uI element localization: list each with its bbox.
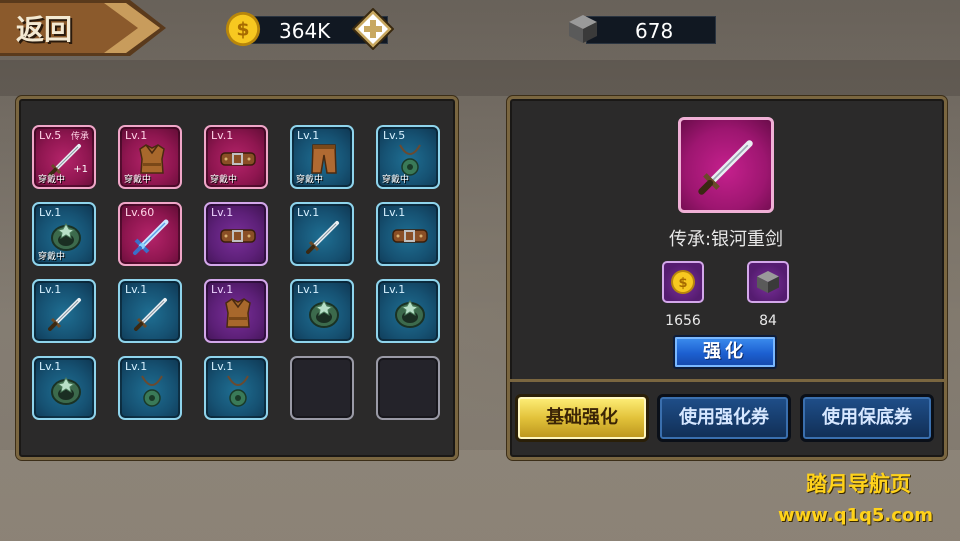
item-level: Lv.5 [383, 129, 406, 142]
equipped-tag: 穿戴中 [382, 175, 410, 185]
inventory-slot[interactable]: Lv.1 [118, 279, 182, 343]
inventory-slot[interactable]: Lv.1 [290, 202, 354, 266]
item-level: Lv.1 [39, 360, 62, 373]
inventory-slot[interactable]: Lv.1 [204, 279, 268, 343]
panel-divider [510, 379, 944, 382]
item-level: Lv.1 [383, 206, 406, 219]
watermark-title: 踏月导航页 [806, 472, 911, 496]
inventory-slot[interactable]: Lv.1 穿戴中 [32, 202, 96, 266]
background-wall [0, 60, 960, 96]
ring-icon [309, 300, 339, 328]
cube-cost-value: 84 [759, 313, 777, 329]
item-level: Lv.60 [125, 206, 155, 219]
add-gold-plus-icon[interactable] [352, 8, 394, 50]
basic-enhance-button[interactable]: 基础强化 [515, 394, 649, 442]
item-level: Lv.1 [211, 129, 234, 142]
equipped-tag: 穿戴中 [124, 175, 152, 185]
sword-icon [306, 221, 339, 254]
inventory-slot[interactable]: Lv.1 穿戴中 [290, 125, 354, 189]
gold-coin-icon: $ [671, 270, 695, 294]
armor-icon [225, 298, 251, 328]
inventory-slot[interactable]: Lv.60 [118, 202, 182, 266]
back-button[interactable]: 返回 [0, 0, 170, 56]
inventory-slot[interactable]: Lv.1 [118, 356, 182, 420]
top-bar: 返回 364K $ 678 [0, 0, 960, 56]
svg-text:$: $ [236, 19, 249, 41]
inherit-tag: 传承 [70, 132, 89, 142]
cube-bar: 678 [586, 16, 716, 44]
item-level: Lv.1 [297, 283, 320, 296]
inventory-slot[interactable]: Lv.1 [204, 356, 268, 420]
item-level: Lv.1 [211, 283, 234, 296]
enhance-stone-cube-icon [757, 271, 779, 293]
necklace-icon [141, 375, 163, 407]
item-level: Lv.1 [125, 283, 148, 296]
inventory-slot[interactable]: Lv.1 穿戴中 [118, 125, 182, 189]
watermark-url: www.q1q5.com [778, 505, 934, 526]
necklace-icon [227, 375, 249, 407]
cube-value: 678 [635, 19, 674, 43]
sword-icon [698, 140, 753, 195]
inventory-slot[interactable]: Lv.1 穿戴中 [204, 125, 268, 189]
inventory-slot[interactable]: Lv.1 [32, 279, 96, 343]
item-level: Lv.1 [297, 206, 320, 219]
selected-item-name: 传承:银河重剑 [668, 229, 784, 250]
sword-icon [48, 298, 81, 331]
gold-coin-icon: $ [225, 11, 261, 47]
empty-inventory-slot[interactable] [376, 356, 440, 420]
inventory-slot[interactable]: Lv.1 [204, 202, 268, 266]
equipped-tag: 穿戴中 [210, 175, 238, 185]
inventory-slot[interactable]: Lv.5 穿戴中 [376, 125, 440, 189]
inventory-slot[interactable]: Lv.5 传承 +1 穿戴中 [32, 125, 96, 189]
enhance-button[interactable]: 强化 [673, 335, 777, 369]
sword-icon [134, 298, 167, 331]
svg-text:$: $ [678, 276, 687, 291]
item-level: Lv.1 [297, 129, 320, 142]
inventory-slot[interactable]: Lv.1 [376, 279, 440, 343]
inventory-panel: Lv.5 传承 +1 穿戴中 Lv.1 穿戴中 Lv.1 穿戴中 Lv.1 穿戴中 Lv.5 穿戴中 L… [16, 96, 458, 460]
gold-cost-value: 1656 [665, 313, 701, 329]
item-level: Lv.1 [125, 129, 148, 142]
selected-item-slot[interactable] [678, 117, 774, 213]
belt-icon [392, 229, 428, 243]
blue-sword-icon [133, 219, 169, 255]
ring-icon [395, 300, 425, 328]
use-enhance-coupon-button[interactable]: 使用强化券 [657, 394, 791, 442]
item-level: Lv.1 [211, 206, 234, 219]
inventory-slot[interactable]: Lv.1 [376, 202, 440, 266]
item-level: Lv.5 [39, 129, 62, 142]
item-level: Lv.1 [39, 283, 62, 296]
enhance-plus: +1 [73, 164, 88, 175]
equipped-tag: 穿戴中 [38, 175, 66, 185]
belt-icon [220, 229, 256, 243]
inventory-slot[interactable]: Lv.1 [290, 279, 354, 343]
enhance-stone-cube-icon [569, 15, 597, 43]
item-level: Lv.1 [39, 206, 62, 219]
item-level: Lv.1 [125, 360, 148, 373]
item-level: Lv.1 [211, 360, 234, 373]
use-guarantee-coupon-button[interactable]: 使用保底券 [800, 394, 934, 442]
ring-icon [51, 377, 81, 405]
cube-cost-slot [747, 261, 789, 303]
item-level: Lv.1 [383, 283, 406, 296]
equipped-tag: 穿戴中 [38, 252, 66, 262]
empty-inventory-slot[interactable] [290, 356, 354, 420]
equipped-tag: 穿戴中 [296, 175, 324, 185]
back-label: 返回 [16, 13, 73, 46]
gold-value: 364K [279, 19, 331, 43]
inventory-slot[interactable]: Lv.1 [32, 356, 96, 420]
gold-cost-slot: $ [662, 261, 704, 303]
